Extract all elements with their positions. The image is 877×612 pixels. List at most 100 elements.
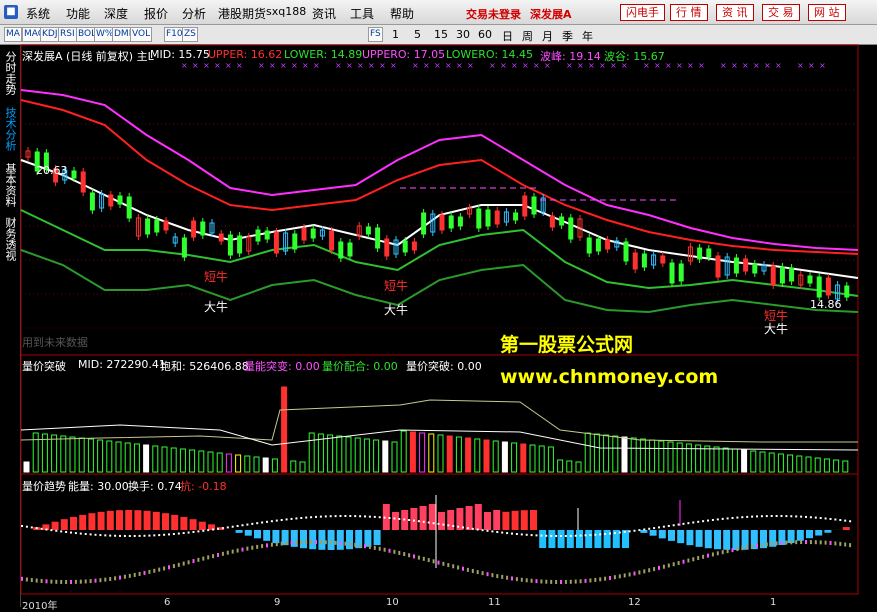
trend-dot-2 — [487, 572, 489, 576]
trend-bar — [732, 530, 739, 550]
trend-dot-2 — [325, 540, 327, 544]
trend-dot — [90, 533, 92, 535]
trend-bar — [696, 530, 703, 547]
x-mark: × — [698, 61, 705, 70]
candle — [550, 216, 554, 227]
volume-bar — [291, 461, 296, 472]
trend-bar — [263, 530, 270, 541]
x-mark: × — [302, 61, 309, 70]
trend-dot-2 — [256, 545, 258, 549]
trend-dot — [124, 535, 126, 537]
x-mark: × — [467, 61, 474, 70]
volume-bar — [79, 438, 84, 472]
candle — [826, 278, 830, 295]
trend-dot-2 — [46, 579, 48, 583]
trend-dot — [702, 520, 704, 522]
trend-dot — [658, 526, 660, 528]
trend-dot — [545, 535, 547, 537]
candle — [477, 209, 481, 228]
trend-dot-2 — [751, 544, 753, 548]
trend-dot-2 — [36, 579, 38, 583]
volume-bar — [236, 455, 241, 472]
trend-dot — [785, 515, 787, 517]
trend-dot-2 — [124, 575, 126, 579]
trend-dot-2 — [457, 566, 459, 570]
trend-dot-2 — [99, 578, 101, 582]
trend-dot — [276, 520, 278, 522]
trend-bar — [162, 513, 169, 530]
trend-dot — [266, 521, 268, 523]
volume-bar — [558, 460, 563, 472]
candle — [366, 227, 370, 234]
trend-dot — [349, 515, 351, 517]
trend-dot — [114, 535, 116, 537]
trend-dot-2 — [697, 556, 699, 560]
trend-dot-2 — [129, 574, 131, 578]
trend-bar — [171, 515, 178, 530]
trend-dot — [389, 517, 391, 519]
candle — [440, 215, 444, 230]
trend-turnover: 换手: 0.74 — [128, 478, 182, 494]
candle — [192, 221, 196, 237]
trend-dot-2 — [55, 580, 57, 584]
volume-bar — [576, 462, 581, 472]
candle — [164, 221, 168, 230]
trend-dot-2 — [805, 540, 807, 544]
trend-dot-2 — [300, 540, 302, 544]
trend-dot-2 — [594, 578, 596, 582]
trend-bar — [52, 522, 59, 530]
x-mark: × — [214, 61, 221, 70]
trend-dot — [849, 520, 851, 522]
trend-dot-2 — [438, 561, 440, 565]
trend-dot — [134, 535, 136, 537]
trend-dot — [825, 517, 827, 519]
x-tick-6: 6 — [164, 597, 170, 608]
candle — [790, 268, 794, 281]
volume-bar — [493, 441, 498, 472]
trend-bar — [484, 512, 491, 530]
trend-dot-2 — [109, 577, 111, 581]
trend-dot-2 — [717, 551, 719, 555]
trend-dot — [408, 519, 410, 521]
volume-bar — [116, 442, 121, 472]
trend-dot — [99, 534, 101, 536]
trend-dot — [261, 521, 263, 523]
trend-dot-2 — [692, 557, 694, 561]
trend-bar — [530, 510, 537, 530]
trend-dot — [501, 532, 503, 534]
candle — [624, 242, 628, 261]
trend-bar — [521, 510, 528, 530]
candle — [596, 239, 600, 251]
volume-bar — [640, 439, 645, 472]
trend-dot — [589, 534, 591, 536]
candle — [311, 229, 315, 238]
trend-bar — [493, 510, 500, 530]
volume-bar — [604, 435, 609, 472]
trend-dot — [805, 516, 807, 518]
trend-dot — [638, 529, 640, 531]
trend-dot — [325, 515, 327, 517]
volume-bar — [309, 433, 314, 472]
volume-bar — [622, 437, 627, 472]
trend-dot-2 — [491, 573, 493, 577]
candle — [109, 195, 113, 206]
volume-bar — [659, 441, 664, 472]
trend-dot — [506, 532, 508, 534]
trend-dot-2 — [575, 580, 577, 584]
trend-dot — [237, 525, 239, 527]
trend-dot — [41, 528, 43, 530]
volume-bar — [834, 460, 839, 472]
candle — [734, 258, 738, 273]
x-mark: × — [434, 61, 441, 70]
candle — [495, 211, 499, 224]
trend-dot-2 — [315, 540, 317, 544]
candle — [606, 240, 610, 249]
candle — [155, 220, 159, 232]
trend-dot-2 — [707, 554, 709, 558]
chart-canvas[interactable]: ××××××××××××××××××××××××××××××××××××××××… — [0, 0, 877, 607]
trend-bar — [116, 510, 123, 530]
candle — [569, 218, 573, 239]
trend-dot — [246, 524, 248, 526]
trend-dot — [55, 530, 57, 532]
trend-dot-2 — [830, 541, 832, 545]
